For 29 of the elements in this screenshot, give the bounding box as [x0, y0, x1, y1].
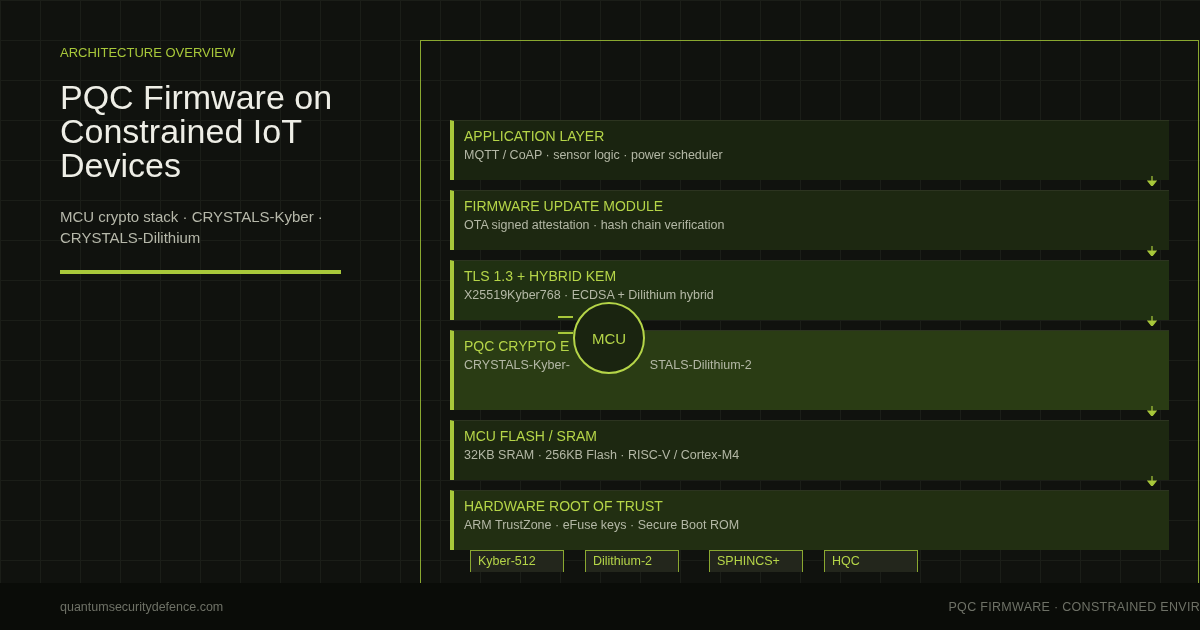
down-arrow-icon: [1147, 316, 1157, 326]
layer-detail: MQTT / CoAP · sensor logic · power scheduler: [464, 148, 723, 162]
layer-detail: OTA signed attestation · hash chain verification: [464, 218, 725, 232]
layer-detail: STALS-Dilithium-2: [649, 358, 752, 372]
layer-title: PQC CRYPTO E: [464, 338, 570, 354]
eyebrow-label: ARCHITECTURE OVERVIEW: [60, 45, 237, 60]
algorithm-tag: Dilithium-2: [585, 550, 679, 572]
subtitle: MCU crypto stack · CRYSTALS-Kyber · CRYSTALS-Dilithium: [60, 207, 324, 248]
layer-title: APPLICATION LAYER: [464, 128, 605, 144]
chip-pins-icon: [558, 316, 574, 334]
layer-detail: ARM TrustZone · eFuse keys · Secure Boot ROM: [464, 518, 740, 532]
layer-title: HARDWARE ROOT OF TRUST: [464, 498, 663, 514]
layer-detail: CRYSTALS-Kyber-: [464, 358, 570, 372]
site-url: quantumsecuritydefence.com: [60, 599, 224, 614]
layer-title: FIRMWARE UPDATE MODULE: [464, 198, 664, 214]
page-title: PQC Firmware on Constrained IoT Devices: [60, 80, 334, 182]
mcu-chip: MCU: [573, 302, 645, 374]
layer-detail: X25519Kyber768 · ECDSA + Dilithium hybrid: [464, 288, 714, 302]
algorithm-tag: Kyber-512: [470, 550, 564, 572]
algorithm-tag: SPHINCS+: [709, 550, 803, 572]
down-arrow-icon: [1147, 176, 1157, 186]
down-arrow-icon: [1147, 246, 1157, 256]
down-arrow-icon: [1147, 406, 1157, 416]
layer-title: MCU FLASH / SRAM: [464, 428, 597, 444]
down-arrow-icon: [1147, 476, 1157, 486]
layer-detail: 32KB SRAM · 256KB Flash · RISC-V / Cortex-M4: [464, 448, 740, 462]
layer-title: TLS 1.3 + HYBRID KEM: [464, 268, 617, 284]
footer-tagline: PQC FIRMWARE · CONSTRAINED ENVIR: [948, 599, 1200, 614]
algorithm-tag: HQC: [824, 550, 918, 572]
